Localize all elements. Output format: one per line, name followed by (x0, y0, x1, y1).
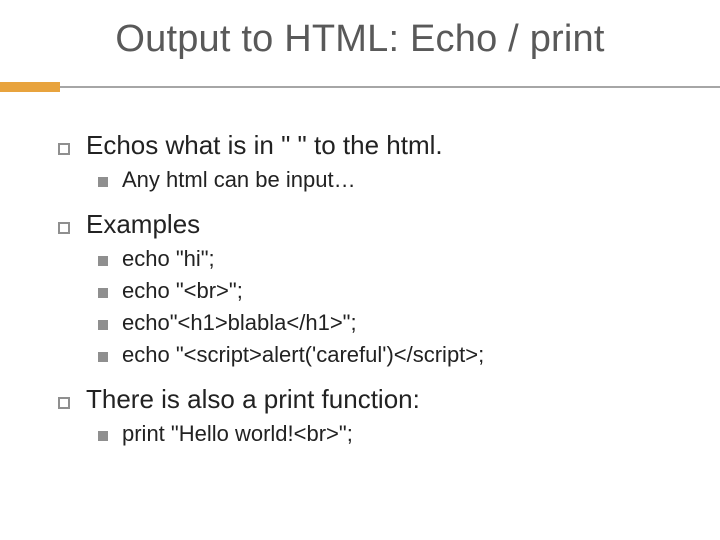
hollow-square-icon (58, 221, 86, 233)
filled-square-icon (98, 320, 122, 330)
hollow-square-icon (58, 142, 86, 154)
slide-content: Echos what is in " " to the html. Any ht… (58, 130, 690, 463)
bullet-item: Examples (58, 209, 690, 240)
sub-bullet-item: echo "<br>"; (98, 278, 690, 304)
bullet-text: print "Hello world!<br>"; (122, 421, 353, 447)
bullet-text: There is also a print function: (86, 384, 420, 415)
bullet-group-2: Examples echo "hi"; echo "<br>"; echo"<h… (58, 209, 690, 368)
bullet-item: There is also a print function: (58, 384, 690, 415)
bullet-text: echo "hi"; (122, 246, 215, 272)
sub-bullet-item: Any html can be input… (98, 167, 690, 193)
slide-title: Output to HTML: Echo / print (0, 0, 720, 61)
filled-square-icon (98, 177, 122, 187)
bullet-group-1: Echos what is in " " to the html. Any ht… (58, 130, 690, 193)
bullet-text: echo "<script>alert('careful')</script>; (122, 342, 484, 368)
bullet-text: Echos what is in " " to the html. (86, 130, 443, 161)
slide: Output to HTML: Echo / print Echos what … (0, 0, 720, 540)
title-rule (0, 82, 720, 104)
sub-bullet-item: print "Hello world!<br>"; (98, 421, 690, 447)
filled-square-icon (98, 431, 122, 441)
hollow-square-icon (58, 396, 86, 408)
filled-square-icon (98, 288, 122, 298)
bullet-text: Any html can be input… (122, 167, 356, 193)
sub-bullet-item: echo"<h1>blabla</h1>"; (98, 310, 690, 336)
sub-bullet-item: echo "hi"; (98, 246, 690, 272)
bullet-group-3: There is also a print function: print "H… (58, 384, 690, 447)
bullet-text: echo "<br>"; (122, 278, 243, 304)
filled-square-icon (98, 256, 122, 266)
rule-accent (0, 82, 60, 92)
rule-line (0, 86, 720, 88)
bullet-item: Echos what is in " " to the html. (58, 130, 690, 161)
bullet-text: Examples (86, 209, 200, 240)
sub-bullet-item: echo "<script>alert('careful')</script>; (98, 342, 690, 368)
filled-square-icon (98, 352, 122, 362)
bullet-text: echo"<h1>blabla</h1>"; (122, 310, 357, 336)
